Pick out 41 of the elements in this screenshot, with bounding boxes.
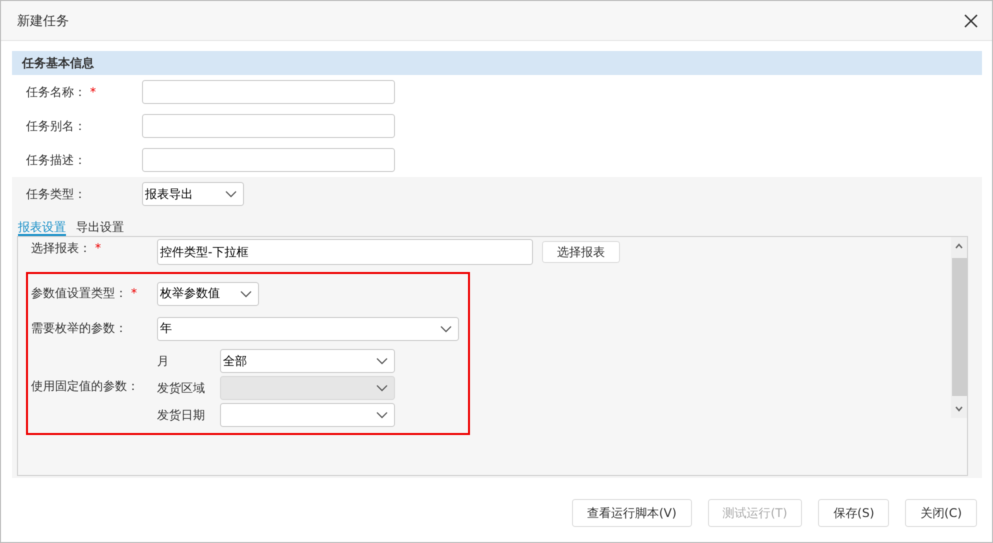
param-name: 发货日期 xyxy=(157,406,206,424)
scrollbar-thumb[interactable] xyxy=(952,258,966,396)
required-mark: * xyxy=(95,241,101,255)
input-field[interactable] xyxy=(142,114,395,138)
field-label: 任务描述： xyxy=(26,152,87,168)
field-label: 选择报表： xyxy=(31,241,91,255)
dropdown[interactable]: 全部 xyxy=(220,349,395,373)
chevron-down-icon xyxy=(240,290,252,298)
dropdown[interactable]: 报表导出 xyxy=(142,182,244,206)
chevron-down-icon xyxy=(376,357,388,365)
chevron-down-icon xyxy=(376,411,388,419)
dialog-button[interactable]: 保存(S) xyxy=(818,499,890,527)
required-mark: * xyxy=(90,84,96,98)
chevron-down-icon xyxy=(225,190,237,198)
field-label: 需要枚举的参数： xyxy=(31,320,128,337)
required-mark: * xyxy=(131,286,137,300)
scrollbar[interactable] xyxy=(951,237,967,418)
field-label: 任务别名： xyxy=(26,118,87,134)
param-name: 发货区域 xyxy=(157,380,206,396)
window-title: 新建任务 xyxy=(17,12,69,30)
chevron-down-icon xyxy=(376,384,388,392)
input-field[interactable] xyxy=(142,80,395,104)
scroll-up-icon xyxy=(955,243,963,249)
field-label: 任务类型： xyxy=(26,186,87,202)
input-field[interactable]: 控件类型-下拉框 xyxy=(157,239,533,265)
field-label: 使用固定值的参数： xyxy=(31,378,140,395)
dropdown[interactable]: 枚举参数值 xyxy=(157,282,259,306)
dropdown[interactable]: 年 xyxy=(157,316,459,340)
tab[interactable]: 导出设置 xyxy=(76,217,124,236)
field-label: 参数值设置类型： xyxy=(31,286,127,300)
input-field[interactable] xyxy=(142,148,395,172)
chevron-down-icon xyxy=(440,324,452,332)
section-header: 任务基本信息 xyxy=(12,51,982,75)
scroll-down-icon xyxy=(955,406,963,412)
param-name: 月 xyxy=(157,352,170,370)
field-label: 任务名称： xyxy=(26,84,86,98)
close-icon[interactable] xyxy=(963,12,979,28)
dialog-button[interactable]: 查看运行脚本(V) xyxy=(572,499,692,527)
dialog-button[interactable]: 关闭(C) xyxy=(905,499,977,527)
select-report-button[interactable]: 选择报表 xyxy=(542,241,620,263)
dropdown[interactable] xyxy=(220,403,395,427)
